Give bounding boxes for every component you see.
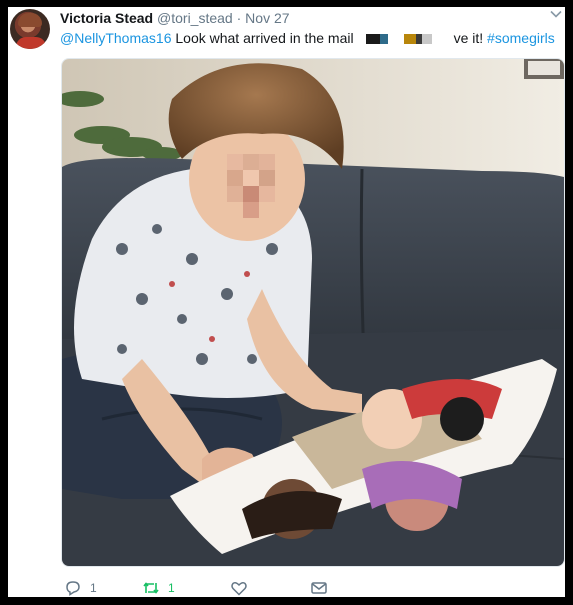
photo-illustration [62,59,564,566]
redacted-text [360,32,452,46]
reply-count: 1 [90,581,97,595]
tweet-text-part-1: Look what arrived in the mail [171,30,354,46]
direct-message-button[interactable] [310,579,328,597]
tweet-date[interactable]: Nov 27 [245,10,289,26]
retweet-button[interactable]: 1 [142,579,175,597]
direct-message-icon [311,582,327,594]
tweet-photo[interactable] [61,58,565,567]
reply-icon [66,581,80,596]
author-name[interactable]: Victoria Stead [60,10,153,26]
like-button[interactable] [230,579,256,597]
retweet-count: 1 [168,581,175,595]
retweet-icon [143,582,159,594]
header-separator: · [236,10,242,26]
tweet-text: @NellyThomas16 Look what arrived in the … [60,29,555,47]
chevron-down-icon[interactable] [549,7,563,21]
tweet-card[interactable]: Victoria Stead @tori_stead · Nov 27 @Nel… [8,7,565,597]
mention-link[interactable]: @NellyThomas16 [60,30,171,46]
author-handle[interactable]: @tori_stead [157,10,233,26]
tweet-header: Victoria Stead @tori_stead · Nov 27 [60,9,290,27]
avatar[interactable] [10,9,50,49]
reply-button[interactable]: 1 [64,579,97,597]
like-icon [231,582,247,596]
tweet-text-part-2: ve it! [453,30,488,46]
hashtag-link[interactable]: #somegirls [487,30,555,46]
